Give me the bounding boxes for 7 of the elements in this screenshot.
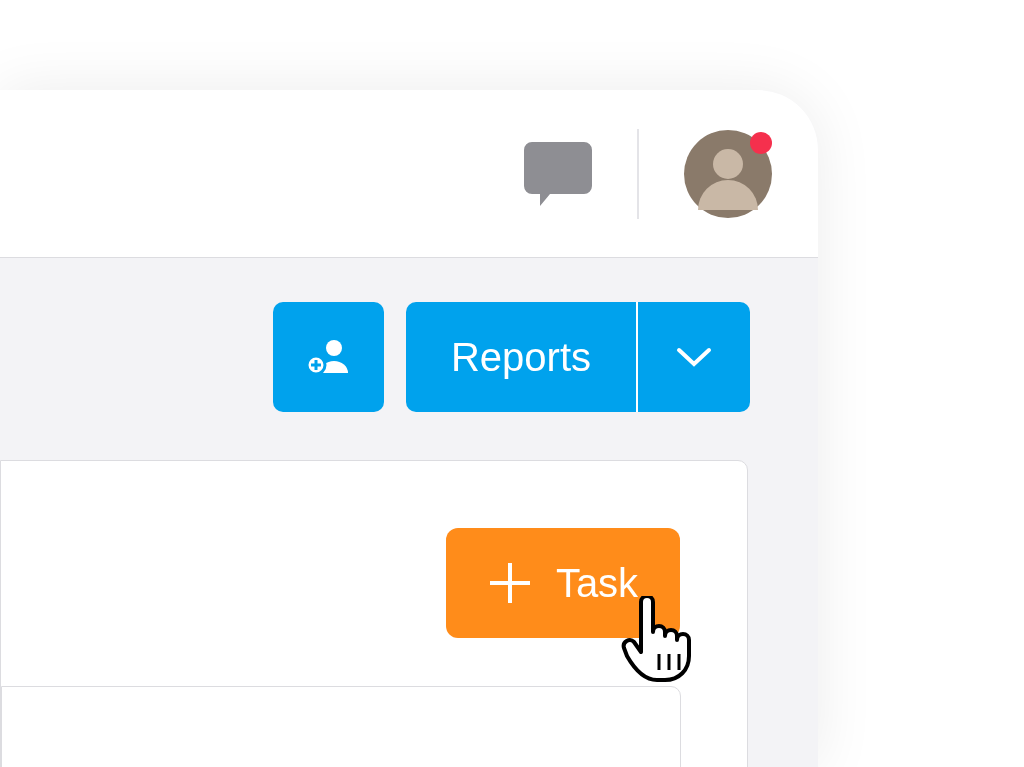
plus-icon [487,561,532,605]
caret-icon [676,347,712,367]
chat-icon[interactable] [524,141,592,206]
avatar[interactable] [684,129,772,218]
add-task-button[interactable]: Task [446,528,680,638]
add-user-button[interactable] [273,302,384,412]
reports-button[interactable]: Reports [406,302,638,412]
